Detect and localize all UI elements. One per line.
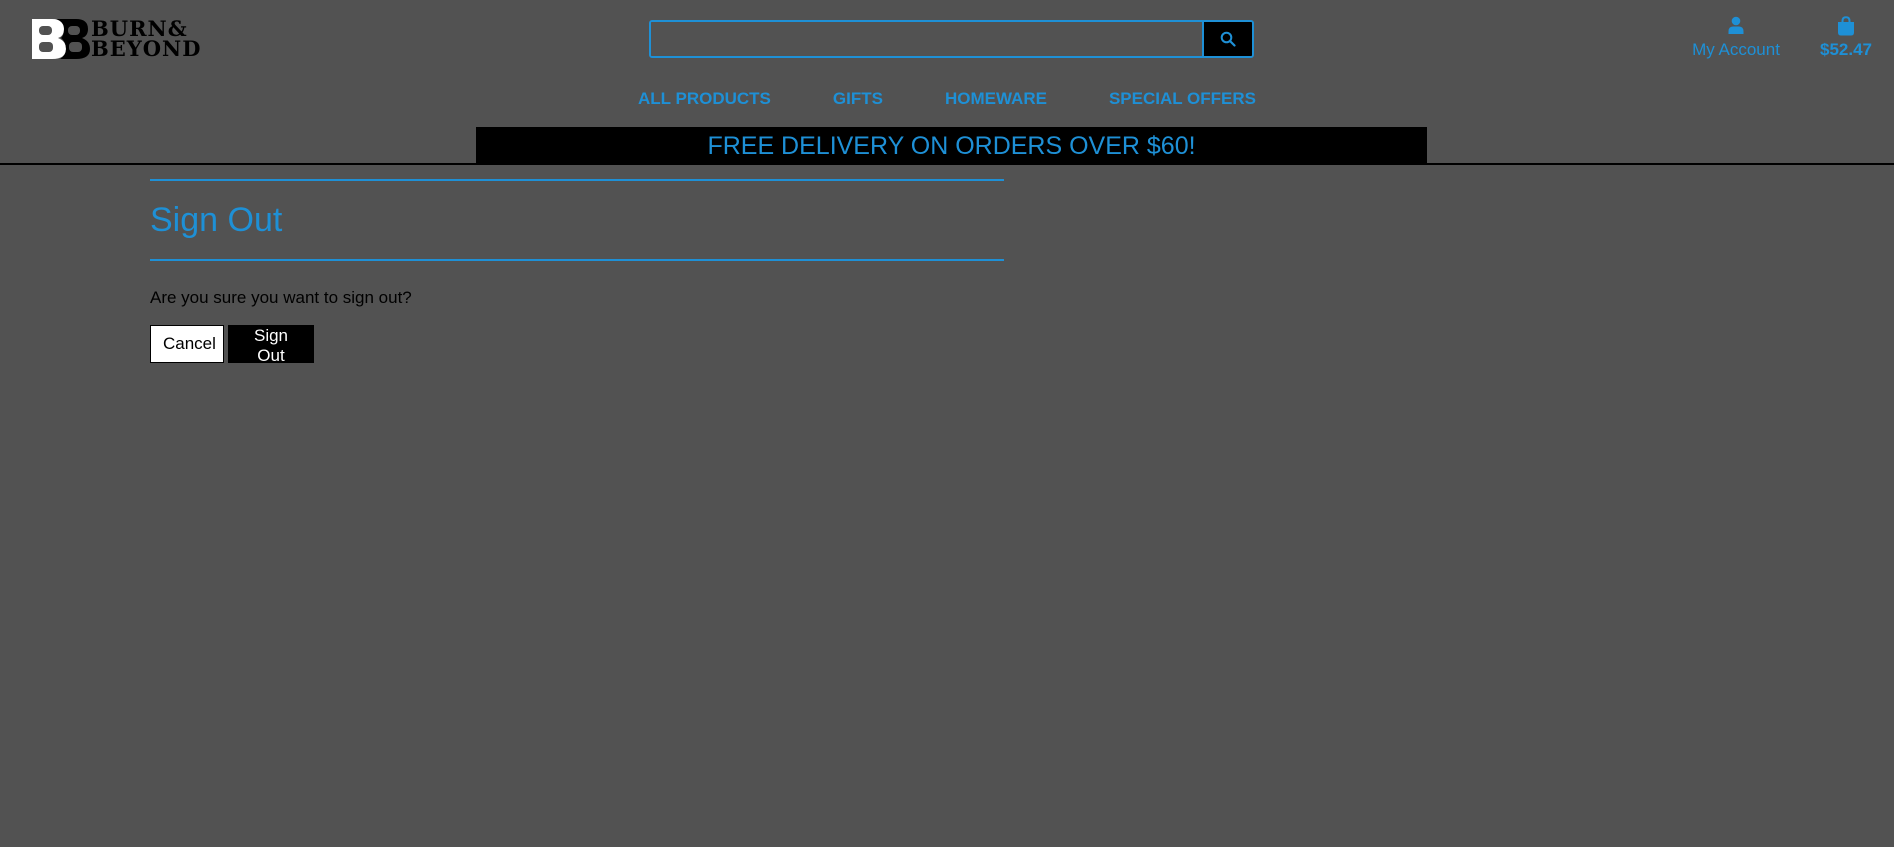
- nav-homeware[interactable]: HOMEWARE: [914, 86, 1078, 112]
- search-input[interactable]: [651, 22, 1202, 56]
- sign-out-button[interactable]: Sign Out: [228, 325, 314, 365]
- my-account-label: My Account: [1692, 40, 1780, 59]
- page-title-block: Sign Out: [150, 179, 1004, 261]
- main-nav: ALL PRODUCTS GIFTS HOMEWARE SPECIAL OFFE…: [0, 86, 1894, 112]
- shopping-bag-icon: [1818, 16, 1874, 36]
- user-icon: [1690, 16, 1782, 36]
- nav-special-offers[interactable]: SPECIAL OFFERS: [1078, 86, 1287, 112]
- search-icon: [1220, 31, 1236, 47]
- delivery-banner: FREE DELIVERY ON ORDERS OVER $60!: [476, 127, 1427, 165]
- search-form: [649, 20, 1254, 58]
- logo-mark-icon: [30, 17, 90, 61]
- sign-out-prompt: Are you sure you want to sign out?: [150, 288, 412, 307]
- site-logo[interactable]: BURN& BEYOND: [30, 17, 212, 61]
- cancel-button[interactable]: Cancel: [150, 325, 224, 363]
- sign-out-actions: Cancel Sign Out: [150, 325, 1004, 365]
- my-account-link[interactable]: My Account: [1690, 16, 1782, 60]
- nav-all-products[interactable]: ALL PRODUCTS: [607, 86, 802, 112]
- site-header: BURN& BEYOND My Account $52.47 ALL PRODU…: [0, 0, 1894, 165]
- logo-wordmark: BURN& BEYOND: [91, 18, 202, 61]
- page-title: Sign Out: [150, 200, 283, 239]
- logo-line-2: BEYOND: [91, 36, 202, 61]
- nav-gifts[interactable]: GIFTS: [802, 86, 914, 112]
- sign-out-section: Sign Out Are you sure you want to sign o…: [150, 179, 1004, 365]
- search-button[interactable]: [1202, 22, 1252, 56]
- cart-link[interactable]: $52.47: [1818, 16, 1874, 60]
- cart-total: $52.47: [1820, 40, 1872, 59]
